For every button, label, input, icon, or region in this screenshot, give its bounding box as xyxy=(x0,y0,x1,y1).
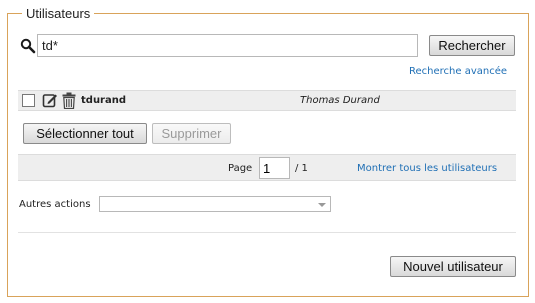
page-label: Page xyxy=(228,163,253,174)
pagination-bar: Page / 1 Montrer tous les utilisateurs xyxy=(18,154,516,181)
edit-icon[interactable] xyxy=(42,92,58,108)
delete-button[interactable]: Supprimer xyxy=(152,123,231,144)
trash-icon[interactable] xyxy=(62,92,76,109)
user-username[interactable]: tdurand xyxy=(81,95,126,106)
row-checkbox[interactable] xyxy=(22,94,35,107)
panel-legend: Utilisateurs xyxy=(22,6,95,21)
search-icon xyxy=(20,38,36,54)
new-user-button[interactable]: Nouvel utilisateur xyxy=(390,256,516,277)
advanced-search-link[interactable]: Recherche avancée xyxy=(409,66,507,77)
other-actions-label: Autres actions xyxy=(19,199,91,210)
select-all-button[interactable]: Sélectionner tout xyxy=(23,123,147,144)
search-button[interactable]: Rechercher xyxy=(429,35,515,56)
chevron-down-icon xyxy=(318,203,326,207)
show-all-users-link[interactable]: Montrer tous les utilisateurs xyxy=(357,163,497,174)
table-row: tdurand Thomas Durand xyxy=(18,90,516,111)
other-actions-select[interactable] xyxy=(99,196,331,212)
divider xyxy=(18,232,516,233)
page-number-input[interactable] xyxy=(259,157,290,179)
search-input[interactable] xyxy=(37,34,418,57)
page-total: / 1 xyxy=(295,163,308,174)
user-full-name: Thomas Durand xyxy=(300,95,380,106)
